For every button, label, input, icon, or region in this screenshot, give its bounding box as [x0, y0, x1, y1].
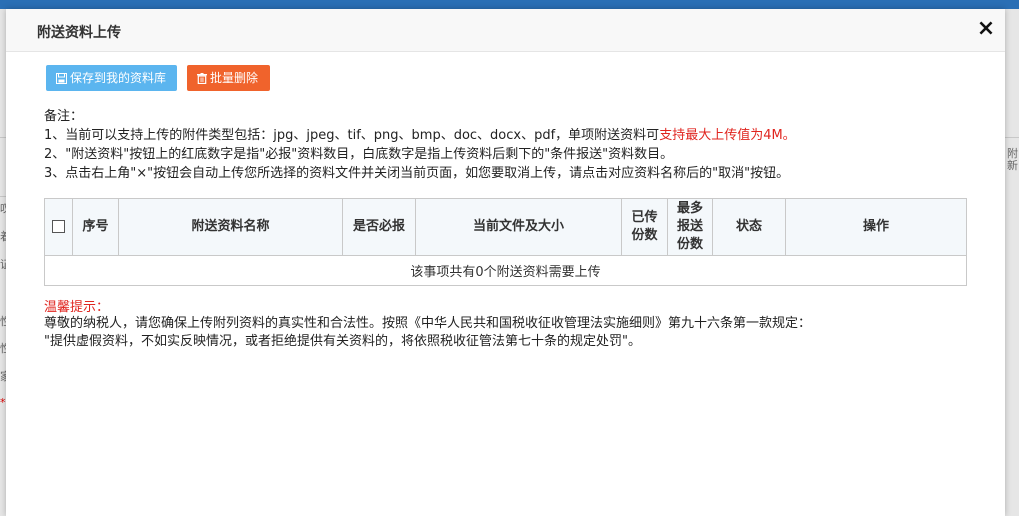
column-header-seq: 序号	[72, 198, 119, 256]
upload-dialog: 附送资料上传 × 保存到我的资料库 批量删除 备注： 1、当前可以支持上传的附件…	[6, 9, 1005, 516]
background-text: *	[0, 396, 6, 409]
notes-line-1-text: 1、当前可以支持上传的附件类型包括：jpg、jpeg、tif、png、bmp、d…	[44, 128, 660, 143]
notes-line-2: 2、"附送资料"按钮上的红底数字是指"必报"资料数目，白底数字是指上传资料后剩下…	[44, 147, 674, 162]
select-all-cell	[44, 198, 73, 256]
column-header-action: 操作	[785, 198, 967, 256]
notes-heading: 备注：	[44, 109, 84, 124]
select-all-checkbox[interactable]	[52, 220, 65, 233]
save-to-library-button[interactable]: 保存到我的资料库	[46, 65, 177, 91]
notes-line-1: 1、当前可以支持上传的附件类型包括：jpg、jpeg、tif、png、bmp、d…	[44, 126, 796, 145]
background-divider	[1005, 137, 1019, 138]
background-right-strip	[1005, 9, 1019, 516]
empty-message: 该事项共有0个附送资料需要上传	[44, 255, 967, 286]
column-header-file: 当前文件及大小	[415, 198, 622, 256]
background-top-bar	[0, 0, 1019, 9]
column-header-max: 最多 报送 份数	[667, 198, 713, 256]
trash-icon	[197, 73, 207, 85]
dialog-title: 附送资料上传	[37, 25, 121, 41]
notes-line-1-highlight: 支持最大上传值为4M。	[659, 128, 796, 143]
warning-title: 温馨提示：	[44, 300, 110, 315]
warning-line-1: 尊敬的纳税人，请您确保上传附列资料的真实性和合法性。按照《中华人民共和国税收征收…	[44, 316, 812, 331]
column-header-uploaded: 已传 份数	[621, 198, 668, 256]
table-header-row: 序号 附送资料名称 是否必报 当前文件及大小 已传 份数 最多 报送 份数 状态 操作	[44, 198, 967, 256]
background-text: 附新	[1007, 147, 1018, 172]
column-header-status: 状态	[712, 198, 786, 256]
table-row: 该事项共有0个附送资料需要上传	[44, 255, 967, 286]
column-header-name: 附送资料名称	[118, 198, 343, 256]
close-icon[interactable]: ×	[976, 17, 996, 41]
notes-line-3: 3、点击右上角"×"按钮会自动上传您所选择的资料文件并关闭当前页面，如您要取消上…	[44, 166, 790, 181]
batch-delete-button[interactable]: 批量删除	[187, 65, 270, 91]
save-icon	[56, 73, 67, 84]
warning-text: 尊敬的纳税人，请您确保上传附列资料的真实性和合法性。按照《中华人民共和国税收征收…	[44, 315, 811, 351]
warning-line-2: "提供虚假资料，不如实反映情况，或者拒绝提供有关资料的，将依照税收征管法第七十条…	[44, 334, 641, 349]
dialog-header: 附送资料上传 ×	[6, 9, 1005, 52]
save-button-label: 保存到我的资料库	[70, 71, 167, 85]
notes-section: 备注： 1、当前可以支持上传的附件类型包括：jpg、jpeg、tif、png、b…	[44, 107, 796, 183]
delete-button-label: 批量删除	[210, 71, 259, 85]
attachments-table: 序号 附送资料名称 是否必报 当前文件及大小 已传 份数 最多 报送 份数 状态 操作…	[44, 198, 967, 286]
column-header-required: 是否必报	[342, 198, 416, 256]
